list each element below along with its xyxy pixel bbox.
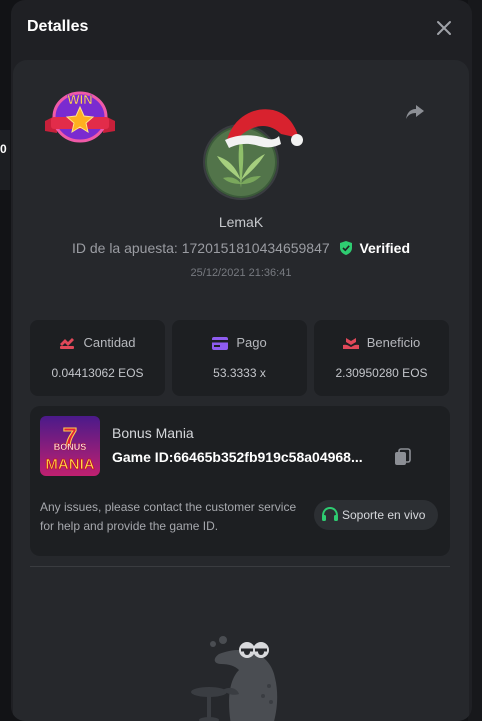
stat-value-profit: 2.30950280 EOS — [335, 366, 428, 380]
close-button[interactable] — [432, 16, 456, 40]
stat-card-profit: Beneficio 2.30950280 EOS — [314, 320, 449, 396]
background-fragment: 0 — [0, 142, 7, 156]
bet-id-label: ID de la apuesta: — [71, 240, 178, 256]
support-label: Soporte en vivo — [342, 508, 426, 522]
bet-timestamp: 25/12/2021 21:36:41 — [190, 267, 292, 279]
bet-id-row: ID de la apuesta: 1720151810434659847 Ve… — [13, 240, 469, 256]
game-id: Game ID:66465b352fb919c58a04968... — [112, 449, 363, 465]
game-info-card: 7 BONUS MANIA Bonus Mania Game ID:66465b… — [30, 406, 450, 556]
crocodile-mascot — [191, 636, 278, 721]
game-thumbnail[interactable]: 7 BONUS MANIA — [40, 416, 100, 476]
svg-text:MANIA: MANIA — [45, 456, 94, 473]
stat-value-amount: 0.04413062 EOS — [51, 366, 144, 380]
stat-card-amount: Cantidad 0.04413062 EOS — [30, 320, 165, 396]
win-badge-text: WIN — [67, 92, 92, 107]
share-button[interactable] — [403, 100, 427, 124]
card-icon — [212, 337, 229, 350]
santa-hat-icon — [225, 109, 303, 148]
close-icon — [437, 21, 451, 35]
details-modal: Detalles WIN LemaK ID de la apuesta: 172… — [11, 0, 472, 721]
profit-icon — [342, 338, 359, 349]
issues-text: Any issues, please contact the customer … — [40, 500, 297, 533]
verified-shield-icon — [339, 241, 352, 255]
copy-game-id-button[interactable] — [394, 448, 412, 466]
background-edge-left: 0 — [0, 130, 10, 190]
bet-id-value: 1720151810434659847 — [181, 240, 330, 256]
live-support-button[interactable]: Soporte en vivo — [314, 500, 438, 530]
copy-icon — [395, 448, 411, 465]
stat-value-payout: 53.3333 x — [213, 366, 266, 380]
stat-label-payout: Pago — [236, 335, 267, 350]
stat-label-profit: Beneficio — [366, 335, 421, 350]
bet-stats: Cantidad 0.04413062 EOS Pago 53.3333 x B… — [30, 320, 450, 396]
stat-card-payout: Pago 53.3333 x — [172, 320, 307, 396]
bet-details-panel: WIN LemaK ID de la apuesta: 172015181043… — [13, 60, 469, 721]
share-icon — [406, 105, 424, 119]
username: LemaK — [218, 214, 264, 230]
stat-label-amount: Cantidad — [83, 335, 136, 350]
verified-label: Verified — [359, 240, 411, 256]
amount-icon — [60, 338, 75, 349]
modal-header: Detalles — [11, 0, 472, 58]
user-avatar-group — [203, 104, 313, 200]
modal-title: Detalles — [27, 18, 89, 35]
divider — [30, 566, 450, 567]
game-id-value: 66465b352fb919c58a04968... — [173, 449, 363, 465]
win-badge: WIN — [45, 91, 115, 143]
game-name: Bonus Mania — [112, 425, 194, 441]
game-id-label: Game ID: — [112, 449, 174, 465]
svg-text:BONUS: BONUS — [54, 442, 87, 452]
headset-icon — [322, 506, 338, 521]
bonus-mania-logo: 7 BONUS MANIA — [40, 416, 100, 476]
